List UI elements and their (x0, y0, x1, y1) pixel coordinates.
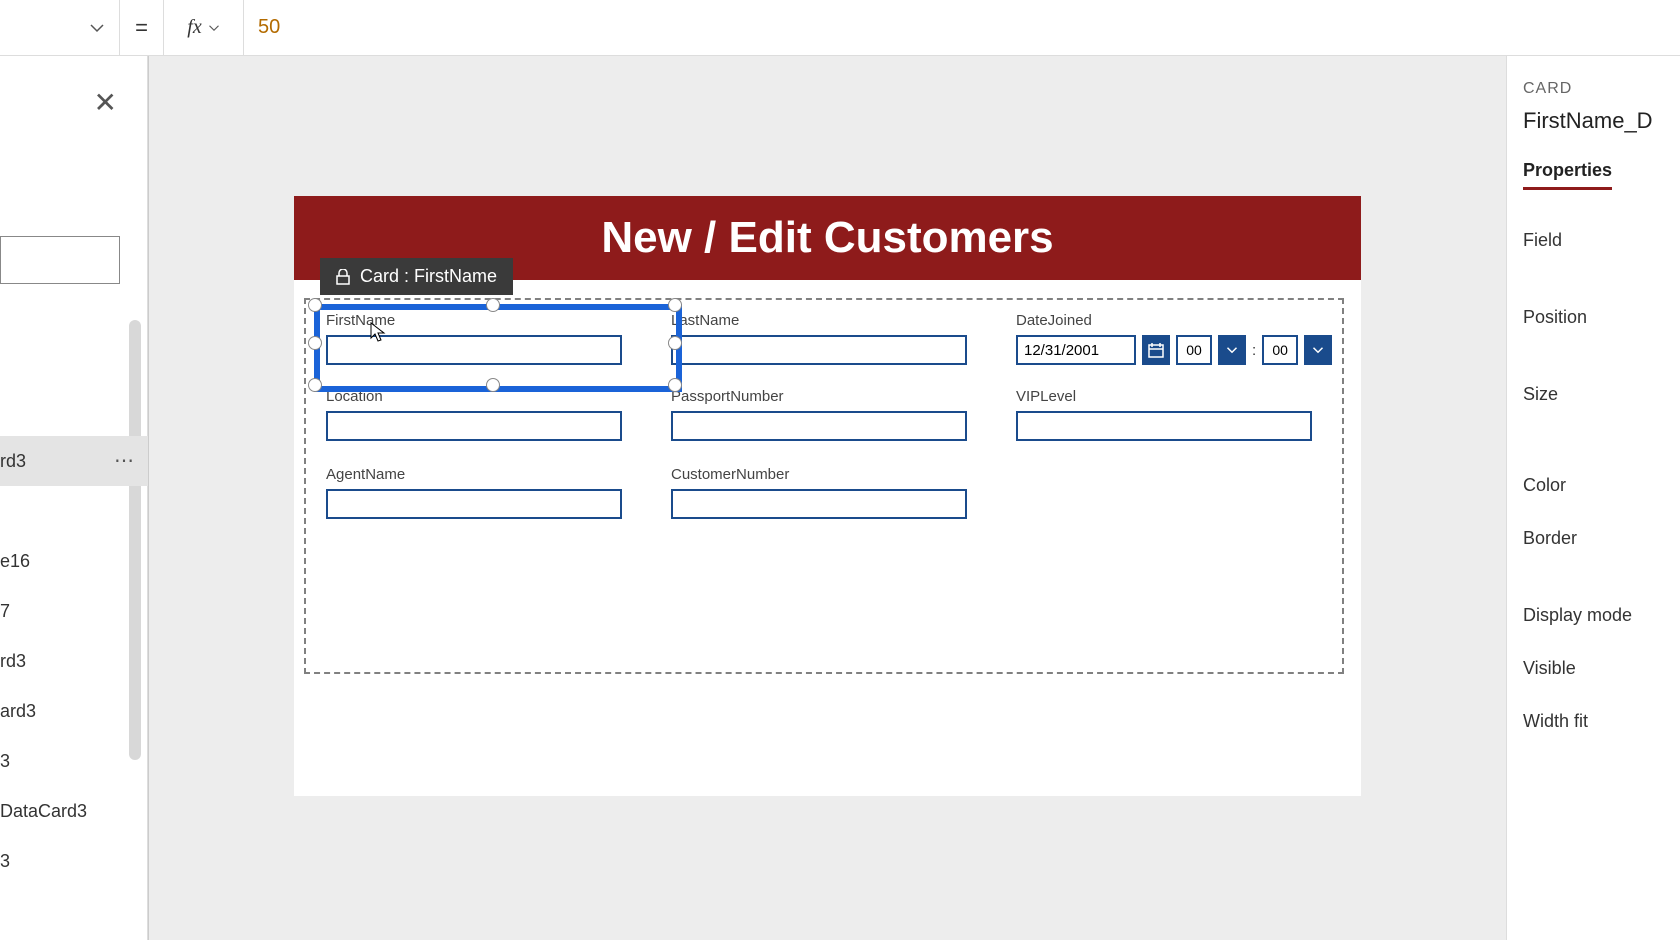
field-label: FirstName (326, 312, 622, 329)
app-screen: New / Edit Customers Card : FirstName Fi… (294, 196, 1361, 796)
customernumber-input[interactable] (671, 489, 967, 519)
tree-search-input[interactable] (0, 236, 120, 284)
tree-item[interactable]: 7 (0, 586, 148, 636)
date-input[interactable]: 12/31/2001 (1016, 335, 1136, 365)
card-firstname[interactable]: Card : FirstName FirstName (326, 312, 622, 365)
prop-color[interactable]: Color (1523, 475, 1680, 496)
tree-item-label: rd3 (0, 436, 26, 486)
tree-item[interactable]: rd3 (0, 636, 148, 686)
time-colon: : (1252, 342, 1256, 359)
agentname-input[interactable] (326, 489, 622, 519)
fx-icon: fx (187, 16, 201, 39)
tree-item[interactable]: 3 (0, 836, 148, 886)
tree-item[interactable]: ard3 (0, 686, 148, 736)
resize-handle[interactable] (308, 298, 322, 312)
tooltip-text: Card : FirstName (360, 266, 497, 287)
viplevel-input[interactable] (1016, 411, 1312, 441)
card-viplevel[interactable]: VIPLevel (1016, 388, 1312, 441)
field-label: AgentName (326, 466, 622, 483)
control-category: CARD (1523, 80, 1680, 98)
formula-bar: = fx 50 (0, 0, 1680, 56)
resize-handle[interactable] (486, 298, 500, 312)
resize-handle[interactable] (308, 378, 322, 392)
tab-properties[interactable]: Properties (1523, 160, 1612, 190)
lock-icon (336, 269, 350, 285)
fx-button[interactable]: fx (164, 0, 244, 56)
resize-handle[interactable] (668, 336, 682, 350)
minute-select[interactable]: 00 (1262, 335, 1298, 365)
field-label: DateJoined (1016, 312, 1332, 329)
selection-tooltip: Card : FirstName (320, 258, 513, 295)
firstname-input[interactable] (326, 335, 622, 365)
field-label: CustomerNumber (671, 466, 967, 483)
lastname-input[interactable] (671, 335, 967, 365)
card-location[interactable]: Location (326, 388, 622, 441)
edit-form[interactable]: Card : FirstName FirstName LastName (304, 298, 1344, 674)
prop-display-mode[interactable]: Display mode (1523, 605, 1680, 626)
properties-panel: CARD FirstName_D Properties Field Positi… (1506, 56, 1680, 940)
prop-width-fit[interactable]: Width fit (1523, 711, 1680, 732)
tree-item[interactable]: 3 (0, 736, 148, 786)
card-agentname[interactable]: AgentName (326, 466, 622, 519)
location-input[interactable] (326, 411, 622, 441)
tree-item[interactable]: e16 (0, 536, 148, 586)
prop-border[interactable]: Border (1523, 528, 1680, 549)
field-label: LastName (671, 312, 967, 329)
chevron-down-icon (208, 22, 220, 34)
hour-dropdown[interactable] (1218, 335, 1246, 365)
property-selector-dropdown[interactable] (0, 0, 120, 56)
tree-list: rd3 ⋯ e16 7 rd3 ard3 3 DataCard3 3 (0, 336, 148, 940)
card-customernumber[interactable]: CustomerNumber (671, 466, 967, 519)
field-label: PassportNumber (671, 388, 967, 405)
passport-input[interactable] (671, 411, 967, 441)
resize-handle[interactable] (308, 336, 322, 350)
calendar-icon[interactable] (1142, 335, 1170, 365)
canvas-area[interactable]: New / Edit Customers Card : FirstName Fi… (148, 56, 1506, 940)
resize-handle[interactable] (668, 378, 682, 392)
screen-title: New / Edit Customers (601, 213, 1053, 263)
more-icon[interactable]: ⋯ (114, 436, 136, 486)
prop-position[interactable]: Position (1523, 307, 1680, 328)
control-name[interactable]: FirstName_D (1523, 108, 1680, 134)
prop-visible[interactable]: Visible (1523, 658, 1680, 679)
tree-item[interactable]: DataCard3 (0, 786, 148, 836)
equals-sign: = (120, 0, 164, 56)
resize-handle[interactable] (668, 298, 682, 312)
tree-item-selected[interactable]: rd3 ⋯ (0, 436, 148, 486)
prop-size[interactable]: Size (1523, 384, 1680, 405)
card-passport[interactable]: PassportNumber (671, 388, 967, 441)
field-label: Location (326, 388, 622, 405)
card-lastname[interactable]: LastName (671, 312, 967, 365)
minute-dropdown[interactable] (1304, 335, 1332, 365)
close-icon[interactable]: ✕ (94, 86, 117, 119)
tree-item[interactable] (0, 486, 148, 536)
formula-input[interactable]: 50 (244, 16, 280, 39)
field-label: VIPLevel (1016, 388, 1312, 405)
hour-select[interactable]: 00 (1176, 335, 1212, 365)
prop-field[interactable]: Field (1523, 230, 1680, 251)
card-datejoined[interactable]: DateJoined 12/31/2001 00 : 00 (1016, 312, 1332, 365)
resize-handle[interactable] (486, 378, 500, 392)
chevron-down-icon (89, 20, 105, 36)
tree-view-panel: ✕ rd3 ⋯ e16 7 rd3 ard3 3 DataCard3 3 (0, 56, 148, 940)
